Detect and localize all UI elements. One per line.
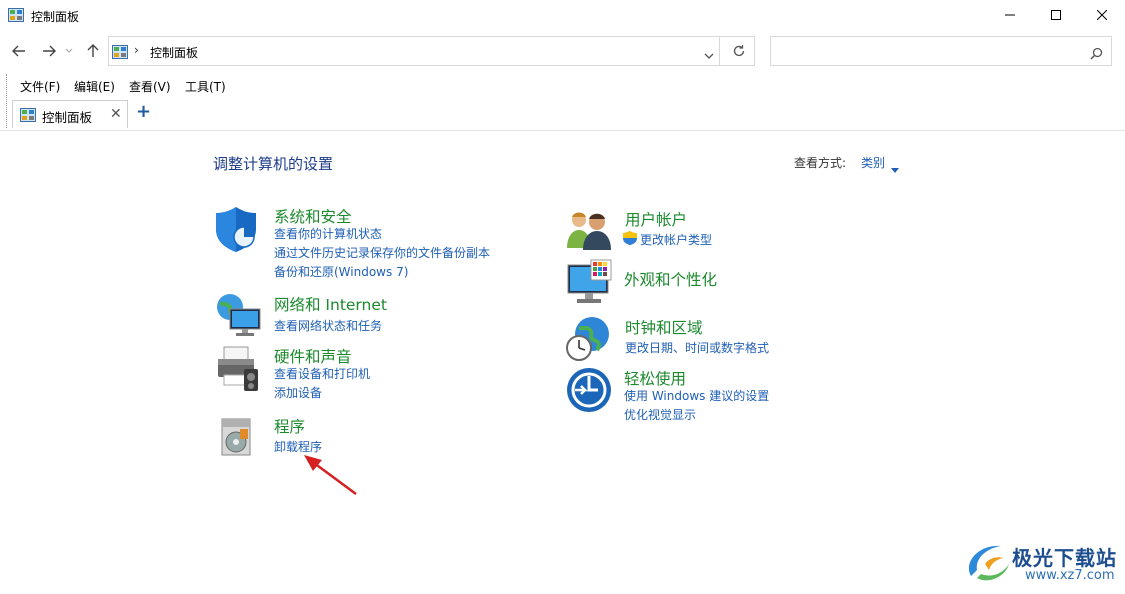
title-bar: 控制面板 xyxy=(0,0,1125,32)
printer-icon[interactable] xyxy=(214,345,262,397)
back-button[interactable] xyxy=(10,41,28,61)
search-box[interactable] xyxy=(770,36,1112,66)
category-user-accounts: 用户帐户 更改帐户类型 xyxy=(565,208,885,252)
users-icon[interactable] xyxy=(565,208,611,254)
up-button[interactable] xyxy=(84,41,102,61)
tab-label: 控制面板 xyxy=(42,110,93,125)
link-network-status[interactable]: 查看网络状态和任务 xyxy=(274,317,382,334)
category-clock-region: 时钟和区域 更改日期、时间或数字格式 xyxy=(565,316,885,364)
category-programs: 程序 卸载程序 xyxy=(214,415,534,459)
tab-close-icon[interactable]: ✕ xyxy=(110,107,122,121)
search-input[interactable] xyxy=(775,41,1079,63)
category-title[interactable]: 用户帐户 xyxy=(625,208,687,230)
link-change-account-type[interactable]: 更改帐户类型 xyxy=(640,231,712,248)
page-title: 调整计算机的设置 xyxy=(213,155,334,173)
menu-edit[interactable]: 编辑(E) xyxy=(74,78,115,95)
breadcrumb-path[interactable]: 控制面板 xyxy=(150,44,198,61)
clock-globe-icon[interactable] xyxy=(565,316,611,366)
forward-button[interactable] xyxy=(40,41,58,61)
tab-bar: 控制面板 ✕ + xyxy=(0,98,1125,131)
address-row: › 控制面板 xyxy=(0,34,1125,68)
shield-icon[interactable] xyxy=(214,205,262,257)
watermark: 极光下载站 www.xz7.com xyxy=(965,540,1117,588)
link-file-history[interactable]: 通过文件历史记录保存你的文件备份副本 xyxy=(274,244,490,261)
link-optimize-visual-display[interactable]: 优化视觉显示 xyxy=(624,406,696,423)
programs-icon[interactable] xyxy=(214,415,258,463)
search-icon[interactable] xyxy=(1090,45,1103,64)
tab-control-panel[interactable]: 控制面板 ✕ xyxy=(12,100,128,128)
menu-bar: 文件(F) 编辑(E) 查看(V) 工具(T) xyxy=(0,74,1125,128)
category-appearance: 外观和个性化 xyxy=(567,259,887,307)
divider xyxy=(719,37,720,65)
close-button[interactable] xyxy=(1079,0,1125,30)
control-panel-icon xyxy=(8,7,24,26)
menu-view[interactable]: 查看(V) xyxy=(129,78,171,95)
category-title[interactable]: 程序 xyxy=(274,415,305,437)
category-title[interactable]: 轻松使用 xyxy=(624,367,686,389)
link-view-computer-status[interactable]: 查看你的计算机状态 xyxy=(274,225,382,242)
address-bar[interactable]: › 控制面板 xyxy=(108,36,755,66)
window-title: 控制面板 xyxy=(31,10,80,24)
control-panel-icon xyxy=(20,107,36,126)
breadcrumb-chevron-icon[interactable]: › xyxy=(134,43,139,57)
category-hardware-sound: 硬件和声音 查看设备和打印机 添加设备 xyxy=(214,345,534,400)
category-ease-of-access: 轻松使用 使用 Windows 建议的设置 优化视觉显示 xyxy=(566,367,886,422)
category-title[interactable]: 系统和安全 xyxy=(274,205,352,227)
uac-shield-icon xyxy=(623,231,637,248)
recent-locations-chevron-icon[interactable] xyxy=(64,41,74,61)
ease-of-access-icon[interactable] xyxy=(566,367,612,417)
address-dropdown-icon[interactable] xyxy=(704,45,714,64)
link-devices-printers[interactable]: 查看设备和打印机 xyxy=(274,365,370,382)
watermark-title: 极光下载站 xyxy=(1012,546,1117,570)
new-tab-button[interactable]: + xyxy=(136,102,151,122)
minimize-button[interactable] xyxy=(987,0,1033,30)
link-add-device[interactable]: 添加设备 xyxy=(274,384,322,401)
link-change-date-time-format[interactable]: 更改日期、时间或数字格式 xyxy=(625,339,769,356)
view-by-dropdown[interactable]: 类别 xyxy=(861,154,885,171)
network-icon[interactable] xyxy=(214,293,262,343)
menu-tools[interactable]: 工具(T) xyxy=(185,78,226,95)
view-by-caret-icon[interactable] xyxy=(891,158,899,177)
category-title[interactable]: 外观和个性化 xyxy=(624,268,717,290)
category-title[interactable]: 硬件和声音 xyxy=(274,345,352,367)
menu-file[interactable]: 文件(F) xyxy=(20,78,60,95)
category-title[interactable]: 网络和 Internet xyxy=(274,293,387,315)
category-system-security: 系统和安全 查看你的计算机状态 通过文件历史记录保存你的文件备份副本 备份和还原… xyxy=(214,205,534,285)
watermark-logo-icon xyxy=(965,542,1011,588)
appearance-icon[interactable] xyxy=(567,259,613,311)
category-network-internet: 网络和 Internet 查看网络状态和任务 xyxy=(214,293,534,341)
watermark-url: www.xz7.com xyxy=(1025,568,1115,583)
annotation-arrow-icon xyxy=(300,452,360,502)
view-by-label: 查看方式: xyxy=(794,156,847,170)
maximize-button[interactable] xyxy=(1033,0,1079,30)
link-backup-restore[interactable]: 备份和还原(Windows 7) xyxy=(274,263,408,280)
link-windows-recommended-settings[interactable]: 使用 Windows 建议的设置 xyxy=(624,387,769,404)
refresh-icon[interactable] xyxy=(732,43,746,62)
category-title[interactable]: 时钟和区域 xyxy=(625,316,703,338)
control-panel-icon xyxy=(112,44,128,63)
